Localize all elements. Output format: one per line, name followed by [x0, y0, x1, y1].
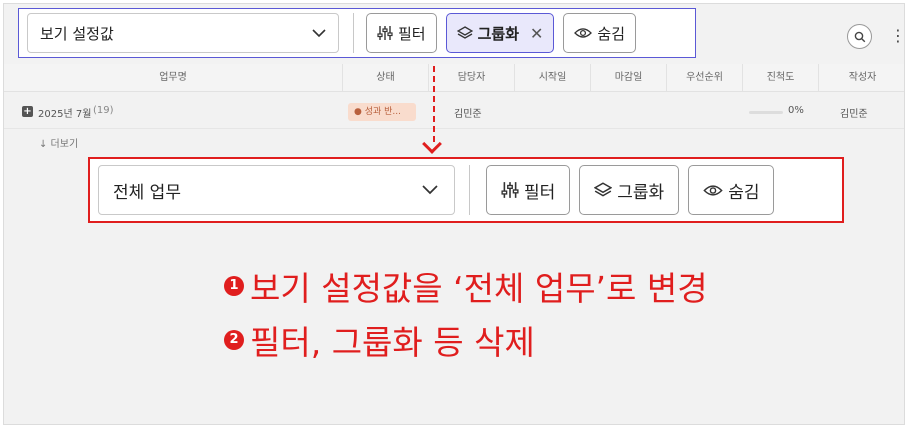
filter-button[interactable]: 필터: [486, 165, 571, 215]
group-button[interactable]: 그룹화: [579, 165, 680, 215]
hide-button[interactable]: 숨김: [688, 165, 775, 215]
annotation-arrow-head: [422, 134, 442, 154]
column-header-due-date[interactable]: 마감일: [590, 64, 666, 92]
eye-icon: [574, 28, 593, 38]
step-number-badge: 2: [224, 330, 244, 350]
annotation-note-2: 2 필터, 그룹화 등 삭제: [224, 316, 535, 364]
toolbar-divider: [353, 13, 354, 53]
column-header-assignee[interactable]: 담당자: [428, 64, 514, 92]
group-label: 그룹화: [617, 182, 665, 203]
group-label: 그룹화: [477, 24, 520, 43]
view-select-value: 전체 업무: [113, 182, 181, 203]
filter-label: 필터: [524, 182, 556, 203]
progress-bar: [749, 111, 783, 114]
search-icon: [854, 31, 865, 42]
column-header-author[interactable]: 작성자: [818, 64, 904, 92]
filter-sliders-icon: [501, 182, 519, 198]
load-more-link[interactable]: ↓ 더보기: [39, 135, 78, 150]
layers-icon: [456, 26, 473, 39]
layers-icon: [594, 182, 613, 197]
annotation-note-1: 1 보기 설정값을 ‘전체 업무’로 변경: [224, 262, 708, 310]
group-button[interactable]: 그룹화 ✕: [445, 13, 555, 53]
progress-text: 0%: [788, 105, 804, 116]
view-toolbar-before: 보기 설정값 필터 그룹화 ✕ 숨김: [18, 8, 696, 58]
column-header-start-date[interactable]: 시작일: [514, 64, 590, 92]
status-badge[interactable]: ● 성과 반...: [348, 103, 416, 121]
table-group-row[interactable]: + 2025년 7월 (19) ● 성과 반... 김민준 0% 김민준: [4, 93, 904, 129]
hide-button[interactable]: 숨김: [563, 13, 637, 53]
annotation-text: 보기 설정값을 ‘전체 업무’로 변경: [250, 269, 708, 308]
chevron-down-icon: [312, 28, 326, 37]
author-name: 김민준: [840, 109, 868, 120]
eye-icon: [703, 184, 723, 196]
column-header-status[interactable]: 상태: [342, 64, 428, 92]
view-toolbar-after: 전체 업무 필터 그룹화 숨김: [88, 157, 844, 223]
toolbar-divider: [469, 165, 470, 215]
filter-button[interactable]: 필터: [366, 13, 437, 53]
annotation-arrow-line: [433, 66, 435, 142]
assignee-name: 김민준: [454, 109, 482, 120]
chevron-down-icon: [422, 185, 438, 195]
table-header: 업무명 상태 담당자 시작일 마감일 우선순위 진척도 작성자: [4, 64, 904, 92]
column-header-progress[interactable]: 진척도: [742, 64, 818, 92]
plus-square-icon[interactable]: +: [22, 106, 33, 117]
filter-sliders-icon: [377, 26, 393, 40]
view-select[interactable]: 전체 업무: [98, 165, 455, 215]
view-select[interactable]: 보기 설정값: [27, 13, 339, 53]
view-select-value: 보기 설정값: [40, 24, 114, 43]
column-header-task-name[interactable]: 업무명: [4, 64, 342, 92]
group-count: (19): [93, 105, 114, 116]
column-header-priority[interactable]: 우선순위: [666, 64, 742, 92]
hide-label: 숨김: [597, 24, 626, 43]
group-label: 2025년 7월: [38, 109, 92, 120]
hide-label: 숨김: [728, 182, 760, 203]
close-icon[interactable]: ✕: [530, 24, 543, 43]
search-button[interactable]: [847, 24, 872, 49]
filter-label: 필터: [398, 24, 426, 43]
annotation-text: 필터, 그룹화 등 삭제: [250, 323, 535, 362]
step-number-badge: 1: [224, 276, 244, 296]
more-vertical-icon[interactable]: ⋮: [890, 26, 904, 46]
